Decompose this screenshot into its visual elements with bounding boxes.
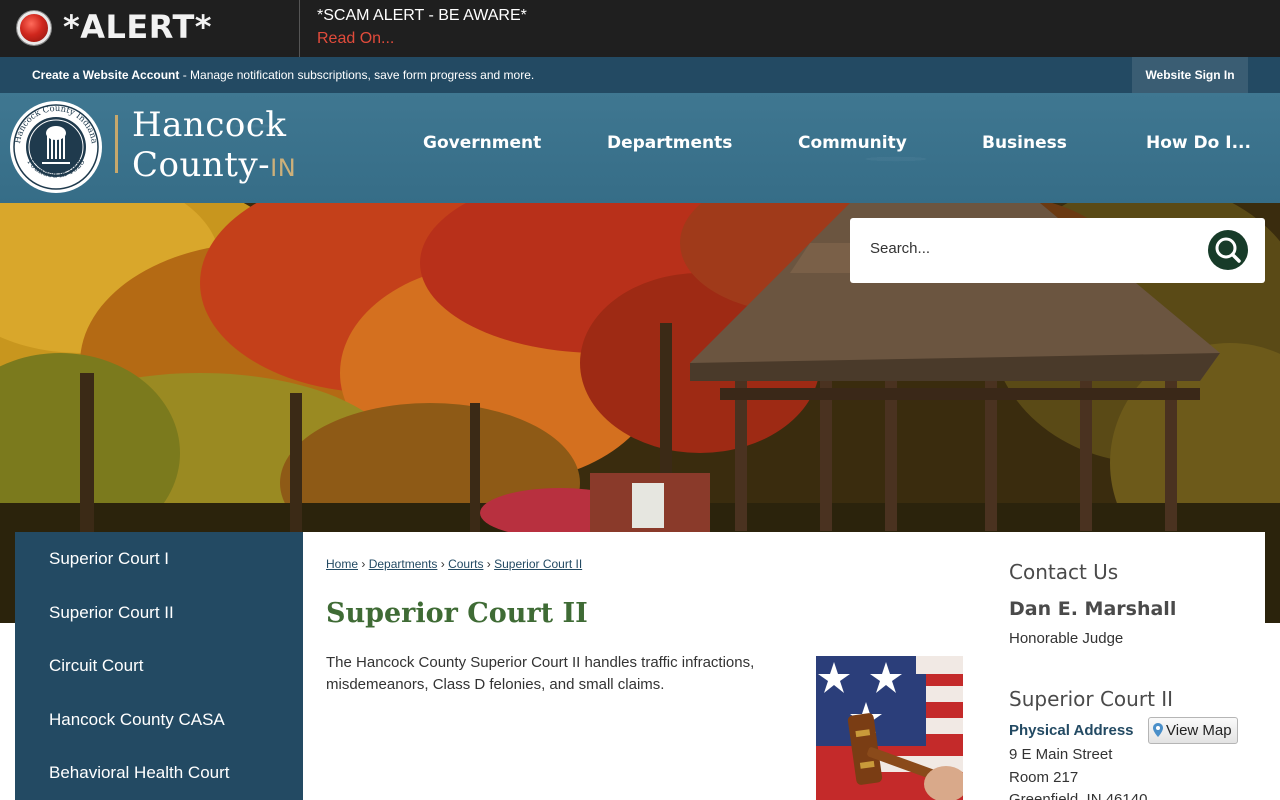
- breadcrumb-separator: ›: [440, 557, 445, 571]
- account-message: Create a Website Account - Manage notifi…: [32, 68, 534, 82]
- account-bar: Create a Website Account - Manage notifi…: [0, 57, 1280, 93]
- search-icon: [1215, 237, 1241, 263]
- search-button[interactable]: [1208, 230, 1248, 270]
- alert-icon: [17, 11, 51, 45]
- address-line-street: 9 E Main Street: [1009, 746, 1113, 763]
- breadcrumb-current[interactable]: Superior Court II: [494, 557, 582, 571]
- nav-departments[interactable]: Departments: [607, 133, 732, 153]
- alert-read-on-link[interactable]: Read On...: [317, 30, 394, 48]
- sidebar-item-behavioral-health-court[interactable]: Behavioral Health Court: [49, 763, 229, 783]
- map-pin-icon: [1153, 723, 1163, 737]
- nav-business[interactable]: Business: [982, 133, 1067, 153]
- view-map-button[interactable]: View Map: [1148, 717, 1238, 744]
- alert-title: *ALERT*: [63, 8, 213, 46]
- address-line-city: Greenfield, IN 46140: [1009, 791, 1148, 800]
- nav-government[interactable]: Government: [423, 133, 541, 153]
- website-sign-in-button[interactable]: Website Sign In: [1132, 57, 1248, 93]
- create-account-link[interactable]: Create a Website Account: [32, 68, 179, 82]
- contact-heading: Contact Us: [1009, 560, 1119, 584]
- logo-text-line2[interactable]: County-IN: [132, 145, 296, 185]
- page-title: Superior Court II: [326, 598, 588, 629]
- logo-divider: [115, 115, 118, 173]
- contact-role: Honorable Judge: [1009, 630, 1124, 647]
- alert-bar: *ALERT* *SCAM ALERT - BE AWARE* Read On.…: [0, 0, 1280, 57]
- breadcrumb-separator: ›: [486, 557, 491, 571]
- view-map-label: View Map: [1166, 722, 1232, 739]
- court-heading: Superior Court II: [1009, 687, 1174, 711]
- flag-gavel-image: [816, 656, 963, 800]
- gavel-flag-illustration: [816, 656, 963, 800]
- alert-label-area: *ALERT*: [0, 0, 300, 57]
- breadcrumb: Home › Departments › Courts › Superior C…: [326, 557, 582, 571]
- nav-how-do-i[interactable]: How Do I...: [1146, 133, 1251, 153]
- sidebar-nav: Superior Court I Superior Court II Circu…: [15, 532, 303, 800]
- physical-address-label: Physical Address: [1009, 722, 1134, 739]
- sidebar-item-superior-court-2[interactable]: Superior Court II: [49, 603, 174, 623]
- search-input[interactable]: [870, 240, 1190, 257]
- address-line-room: Room 217: [1009, 769, 1079, 786]
- logo-county-text: County-: [132, 145, 271, 185]
- main-content: Home › Departments › Courts › Superior C…: [303, 532, 1265, 800]
- account-description: - Manage notification subscriptions, sav…: [179, 68, 535, 82]
- alert-message: *SCAM ALERT - BE AWARE*: [317, 7, 527, 24]
- breadcrumb-home[interactable]: Home: [326, 557, 358, 571]
- sidebar-item-circuit-court[interactable]: Circuit Court: [49, 656, 143, 676]
- breadcrumb-departments[interactable]: Departments: [369, 557, 438, 571]
- page-intro: The Hancock County Superior Court II han…: [326, 654, 755, 693]
- sidebar-item-superior-court-1[interactable]: Superior Court I: [49, 549, 169, 569]
- logo-state-suffix: IN: [270, 154, 297, 182]
- search-box: [850, 218, 1265, 283]
- site-header: Hancock County Indiana Founded in 1828 H…: [0, 93, 1280, 203]
- county-seal-logo[interactable]: Hancock County Indiana Founded in 1828: [8, 99, 104, 195]
- breadcrumb-courts[interactable]: Courts: [448, 557, 483, 571]
- contact-name: Dan E. Marshall: [1009, 598, 1177, 620]
- breadcrumb-separator: ›: [361, 557, 366, 571]
- nav-community[interactable]: Community: [798, 133, 907, 153]
- logo-text-line1[interactable]: Hancock: [132, 105, 286, 145]
- sidebar-item-casa[interactable]: Hancock County CASA: [49, 710, 225, 730]
